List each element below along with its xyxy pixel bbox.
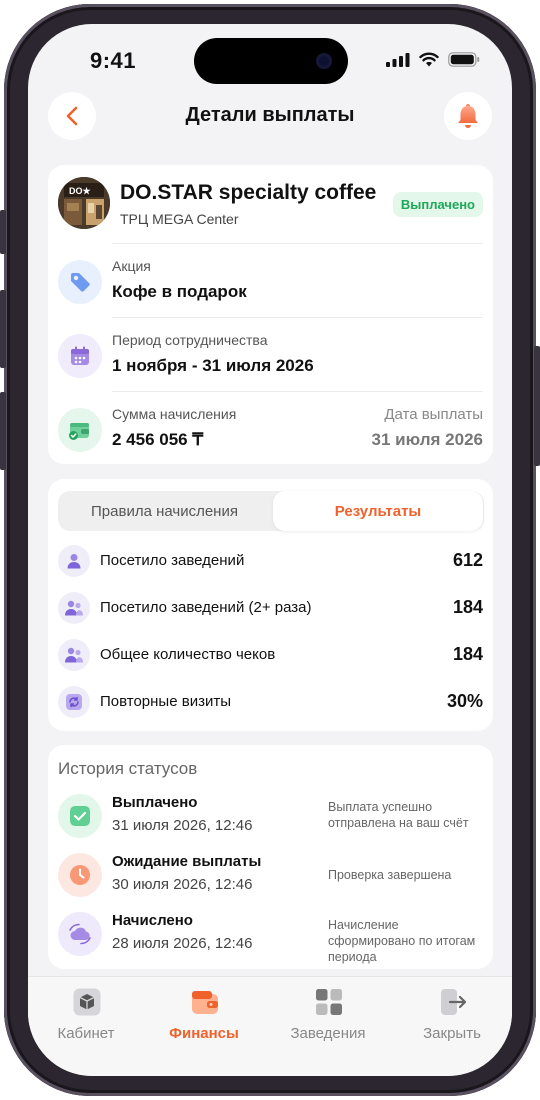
power-button	[534, 346, 540, 466]
nav-label: Заведения	[290, 1025, 366, 1042]
nav-cabinet[interactable]: Кабинет	[36, 985, 136, 1045]
period-row: Период сотрудничества 1 ноября - 31 июля…	[58, 332, 483, 386]
nav-venues[interactable]: Заведения	[278, 985, 378, 1045]
screen: 9:41 Детали выплаты DO★ DO.STAR specialt…	[28, 24, 512, 1076]
wallet-icon	[58, 408, 102, 452]
svg-text:DO★: DO★	[69, 186, 92, 196]
history-date: 28 июля 2026, 12:46	[112, 935, 253, 952]
metric-label: Общее количество чеков	[100, 646, 276, 663]
tab-results[interactable]: Результаты	[273, 491, 483, 531]
metric-label: Посетило заведений	[100, 552, 245, 569]
nav-label: Финансы	[169, 1025, 239, 1042]
merchant-name: DO.STAR specialty coffee	[120, 181, 377, 204]
side-button	[0, 210, 6, 254]
history-date: 31 июля 2026, 12:46	[112, 817, 253, 834]
metric-value: 30%	[446, 691, 483, 711]
volume-up-button	[0, 290, 6, 368]
merchant-location: ТРЦ MEGA Center	[120, 211, 239, 227]
history-date: 30 июля 2026, 12:46	[112, 876, 253, 893]
history-description: Выплата успешно отправлена на ваш счёт	[328, 800, 469, 830]
clock-icon	[58, 853, 102, 897]
notifications-button[interactable]	[444, 92, 492, 140]
merchant-logo: DO★	[58, 177, 110, 229]
nav-finances[interactable]: Финансы	[154, 985, 254, 1045]
status-bar: 9:41	[28, 24, 512, 94]
merchant-row: DO★ DO.STAR specialty coffee ТРЦ MEGA Ce…	[58, 177, 483, 231]
check-icon	[58, 794, 102, 838]
history-item: Начислено 28 июля 2026, 12:46 Начисление…	[58, 912, 483, 964]
cloud-sync-icon	[58, 912, 102, 956]
nav-label: Кабинет	[57, 1025, 115, 1042]
status-badge: Выплачено	[392, 192, 483, 217]
nav-label: Закрыть	[423, 1025, 481, 1042]
promo-row: Акция Кофе в подарок	[58, 258, 483, 312]
history-status: Начислено	[112, 912, 193, 929]
divider	[112, 391, 483, 392]
history-title: История статусов	[58, 759, 198, 778]
metric-value: 184	[452, 597, 483, 617]
users-icon	[58, 639, 90, 671]
status-time: 9:41	[90, 48, 137, 73]
users-icon	[58, 592, 90, 624]
metric-label: Повторные визиты	[100, 693, 231, 710]
payout-date-value: 31 июля 2026	[371, 430, 483, 449]
results-card: Правила начисления Результаты Посетило з…	[48, 479, 493, 731]
grid-icon	[316, 989, 342, 1015]
wifi-icon	[419, 52, 439, 67]
history-status: Выплачено	[112, 794, 198, 811]
period-label: Период сотрудничества	[112, 332, 268, 348]
status-history-card: История статусов Выплачено 31 июля 2026,…	[48, 745, 493, 969]
metric-value: 184	[452, 644, 483, 664]
signal-icon	[386, 52, 410, 67]
calendar-icon	[58, 334, 102, 378]
metric-row: Повторные визиты 30%	[58, 686, 483, 720]
payout-date-label: Дата выплаты	[384, 406, 483, 423]
dynamic-island	[194, 38, 348, 84]
metric-row: Посетило заведений (2+ раза) 184	[58, 592, 483, 626]
divider	[112, 243, 483, 244]
period-value: 1 ноября - 31 июля 2026	[112, 356, 314, 375]
tab-accrual-rules[interactable]: Правила начисления	[58, 491, 271, 531]
amount-value: 2 456 056 ₸	[112, 430, 204, 449]
wallet-icon	[192, 991, 218, 1014]
tag-icon	[58, 260, 102, 304]
metric-value: 612	[452, 550, 483, 570]
segmented-control: Правила начисления Результаты	[58, 491, 484, 531]
divider	[112, 317, 483, 318]
page-title: Детали выплаты	[185, 104, 355, 126]
logout-icon	[441, 989, 467, 1015]
battery-icon	[448, 52, 480, 67]
payout-details-card: DO★ DO.STAR specialty coffee ТРЦ MEGA Ce…	[48, 165, 493, 464]
history-description: Проверка завершена	[328, 868, 452, 882]
bottom-nav: Кабинет Финансы Заведения Закрыть	[28, 976, 512, 1076]
user-icon	[58, 545, 90, 577]
history-item: Выплачено 31 июля 2026, 12:46 Выплата ус…	[58, 794, 483, 846]
promo-value: Кофе в подарок	[112, 282, 247, 301]
metric-row: Общее количество чеков 184	[58, 639, 483, 673]
history-description: Начисление сформировано по итогам период…	[328, 918, 476, 964]
amount-label: Сумма начисления	[112, 406, 237, 422]
amount-row: Сумма начисления 2 456 056 ₸ Дата выплат…	[58, 406, 483, 460]
nav-close[interactable]: Закрыть	[402, 985, 502, 1045]
metric-row: Посетило заведений 612	[58, 545, 483, 579]
repeat-icon	[58, 686, 90, 718]
history-item: Ожидание выплаты 30 июля 2026, 12:46 Про…	[58, 853, 483, 905]
metric-label: Посетило заведений (2+ раза)	[100, 599, 312, 616]
bell-icon	[458, 104, 478, 128]
volume-down-button	[0, 392, 6, 470]
status-icons	[386, 52, 480, 67]
history-status: Ожидание выплаты	[112, 853, 262, 870]
promo-label: Акция	[112, 258, 151, 274]
box-icon	[73, 988, 101, 1016]
